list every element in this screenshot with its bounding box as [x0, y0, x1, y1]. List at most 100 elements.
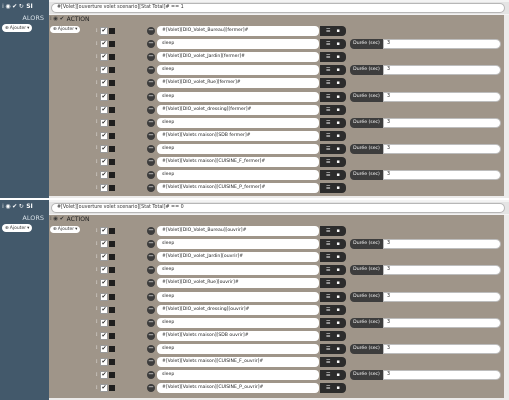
- list-icon[interactable]: ☰: [326, 228, 330, 234]
- list-icon[interactable]: ☰: [326, 385, 330, 391]
- duration-input[interactable]: 3: [383, 170, 501, 181]
- list-icon[interactable]: ☰: [326, 294, 330, 300]
- trash-icon[interactable]: ▪: [337, 107, 340, 113]
- trash-icon[interactable]: ▪: [337, 254, 340, 260]
- remove-row-button[interactable]: −: [147, 292, 155, 301]
- grip-icon[interactable]: ⁞: [50, 16, 52, 23]
- options-square-button[interactable]: [109, 41, 115, 48]
- options-square-button[interactable]: [109, 119, 115, 126]
- enable-checkbox[interactable]: ✔: [100, 279, 108, 288]
- action-command-field[interactable]: sleep: [157, 170, 319, 181]
- trash-icon[interactable]: ▪: [337, 359, 340, 365]
- duration-input[interactable]: 3: [383, 317, 501, 328]
- remove-row-button[interactable]: −: [147, 40, 155, 49]
- action-command-field[interactable]: #[Volet][DIO_volet_Rue][fermer]#: [157, 78, 319, 89]
- grip-icon[interactable]: ⁞: [96, 185, 99, 192]
- remove-row-button[interactable]: −: [147, 384, 155, 393]
- enable-checkbox[interactable]: ✔: [100, 118, 108, 127]
- action-command-field[interactable]: #[Volet][Volets maison][CUISINE_F_ouvrir…: [157, 357, 319, 367]
- remove-row-button[interactable]: −: [147, 266, 155, 275]
- duration-input[interactable]: 3: [383, 291, 501, 302]
- action-command-field[interactable]: #[Volet][Volets maison][CUISINE_P_ouvrir…: [157, 383, 319, 394]
- trash-icon[interactable]: ▪: [337, 241, 340, 247]
- list-icon[interactable]: ☰: [326, 67, 330, 73]
- action-command-field[interactable]: sleep: [157, 117, 319, 128]
- list-icon[interactable]: ☰: [326, 28, 330, 34]
- enable-checkbox[interactable]: ✔: [100, 131, 108, 140]
- grip-icon[interactable]: ⁞: [96, 359, 99, 366]
- list-icon[interactable]: ☰: [326, 333, 330, 339]
- grip-icon[interactable]: ⁞: [96, 332, 99, 339]
- condition-input[interactable]: #[Volet][ouverture volet scenario][Stat …: [51, 3, 505, 13]
- action-command-field[interactable]: #[Volet][Volets maison][SDB ouvrir]#: [157, 330, 319, 341]
- list-icon[interactable]: ☰: [326, 159, 330, 165]
- remove-row-button[interactable]: −: [147, 279, 155, 288]
- grip-icon[interactable]: ⁞: [96, 132, 99, 139]
- options-square-button[interactable]: [109, 280, 115, 287]
- grip-icon[interactable]: ⁞: [96, 54, 99, 61]
- action-command-field[interactable]: #[Volet][DIO_volet_dressing][fermer]#: [157, 104, 319, 115]
- list-icon[interactable]: ☰: [326, 346, 330, 352]
- action-command-field[interactable]: sleep: [157, 265, 319, 276]
- action-command-field[interactable]: sleep: [157, 143, 319, 154]
- options-square-button[interactable]: [109, 132, 115, 139]
- duration-input[interactable]: 3: [383, 265, 501, 276]
- check-icon[interactable]: ✔: [12, 3, 17, 10]
- options-square-button[interactable]: [109, 106, 115, 113]
- grip-icon[interactable]: ⁞: [96, 385, 99, 392]
- enable-checkbox[interactable]: ✔: [100, 184, 108, 193]
- remove-row-button[interactable]: −: [147, 371, 155, 380]
- action-command-field[interactable]: sleep: [157, 239, 319, 250]
- action-command-field[interactable]: #[Volet][DIO_Volet_Bureau][ouvrir]#: [157, 226, 319, 236]
- eye-icon[interactable]: ◉: [5, 203, 10, 210]
- list-icon[interactable]: ☰: [326, 320, 330, 326]
- remove-row-button[interactable]: −: [147, 105, 155, 114]
- grip-icon[interactable]: ⁞: [96, 106, 99, 113]
- list-icon[interactable]: ☰: [326, 280, 330, 286]
- remove-row-button[interactable]: −: [147, 27, 155, 35]
- trash-icon[interactable]: ▪: [337, 67, 340, 73]
- trash-icon[interactable]: ▪: [337, 185, 340, 191]
- check-icon[interactable]: ✔: [12, 203, 17, 210]
- trash-icon[interactable]: ▪: [337, 172, 340, 178]
- trash-icon[interactable]: ▪: [337, 94, 340, 100]
- trash-icon[interactable]: ▪: [337, 346, 340, 352]
- trash-icon[interactable]: ▪: [337, 372, 340, 378]
- list-icon[interactable]: ☰: [326, 254, 330, 260]
- action-command-field[interactable]: sleep: [157, 91, 319, 102]
- condition-input[interactable]: #[Volet][ouverture volet scenario][Stat …: [51, 203, 505, 213]
- remove-row-button[interactable]: −: [147, 305, 155, 314]
- options-square-button[interactable]: [109, 359, 115, 365]
- options-square-button[interactable]: [109, 67, 115, 74]
- enable-checkbox[interactable]: ✔: [100, 40, 108, 49]
- action-command-field[interactable]: sleep: [157, 65, 319, 76]
- list-icon[interactable]: ☰: [326, 267, 330, 273]
- remove-row-button[interactable]: −: [147, 118, 155, 127]
- options-square-button[interactable]: [109, 228, 115, 234]
- options-square-button[interactable]: [109, 306, 115, 313]
- remove-row-button[interactable]: −: [147, 79, 155, 88]
- duration-input[interactable]: 3: [383, 239, 501, 250]
- list-icon[interactable]: ☰: [326, 54, 330, 60]
- trash-icon[interactable]: ▪: [337, 333, 340, 339]
- grip-icon[interactable]: ⁞: [96, 41, 99, 48]
- action-command-field[interactable]: sleep: [157, 343, 319, 354]
- eye-icon[interactable]: ◉: [53, 16, 58, 23]
- trash-icon[interactable]: ▪: [337, 307, 340, 313]
- list-icon[interactable]: ☰: [326, 107, 330, 113]
- options-square-button[interactable]: [109, 254, 115, 261]
- grip-icon[interactable]: ⁞: [96, 319, 99, 326]
- remove-row-button[interactable]: −: [147, 53, 155, 62]
- options-square-button[interactable]: [109, 372, 115, 379]
- duration-input[interactable]: 3: [383, 370, 501, 381]
- trash-icon[interactable]: ▪: [337, 320, 340, 326]
- list-icon[interactable]: ☰: [326, 120, 330, 126]
- duration-input[interactable]: 3: [383, 117, 501, 128]
- trash-icon[interactable]: ▪: [337, 159, 340, 165]
- check-icon[interactable]: ✔: [60, 16, 65, 23]
- grip-icon[interactable]: ⁞: [96, 145, 99, 152]
- remove-row-button[interactable]: −: [147, 158, 155, 166]
- enable-checkbox[interactable]: ✔: [100, 266, 108, 275]
- action-command-field[interactable]: #[Volet][Volets maison][CUISINE_F_fermer…: [157, 157, 319, 167]
- grip-icon[interactable]: ⁞: [96, 241, 99, 248]
